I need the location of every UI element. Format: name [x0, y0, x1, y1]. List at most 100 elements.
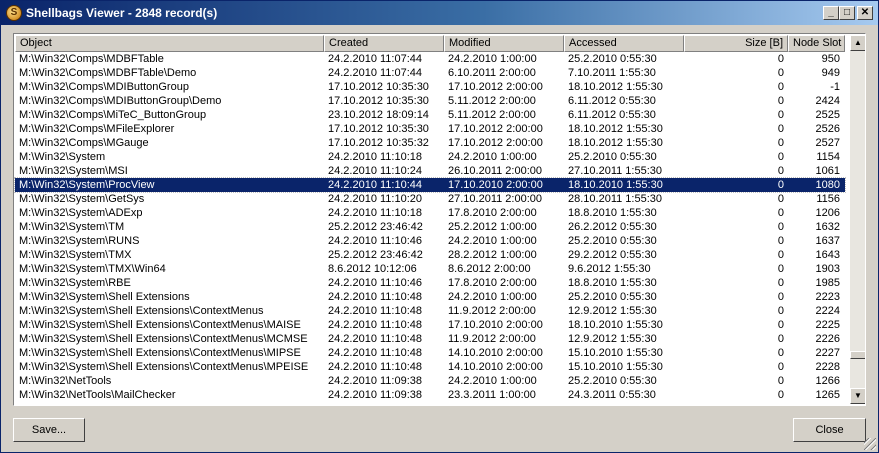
- column-object[interactable]: Object: [15, 35, 324, 52]
- cell-accessed: 12.9.2012 1:55:30: [568, 333, 657, 345]
- cell-created: 24.2.2010 11:10:48: [328, 319, 422, 331]
- cell-node-slot: 2225: [815, 319, 840, 331]
- cell-created: 24.2.2010 11:10:46: [328, 277, 422, 289]
- column-created[interactable]: Created: [324, 35, 444, 52]
- cell-accessed: 29.2.2012 0:55:30: [568, 249, 657, 261]
- table-row[interactable]: M:\Win32\System 24.2.2010 11:10:18 24.2.20…: [15, 150, 845, 164]
- cell-accessed: 15.10.2010 1:55:30: [568, 347, 663, 359]
- cell-accessed: 9.6.2012 1:55:30: [568, 263, 651, 275]
- cell-object: M:\Win32\System\TM: [19, 221, 125, 233]
- cell-modified: 24.2.2010 1:00:00: [448, 53, 537, 65]
- cell-created: 24.2.2010 11:10:48: [328, 347, 422, 359]
- cell-object: M:\Win32\System\RUNS: [19, 235, 140, 247]
- table-row[interactable]: M:\Win32\System\TMX\Win64 8.6.2012 10:12:…: [15, 262, 845, 276]
- cell-created: 25.2.2012 23:46:42: [328, 221, 423, 233]
- table-row[interactable]: M:\Win32\Comps\MDIButtonGroup\Demo 17.10.…: [15, 94, 845, 108]
- vertical-scrollbar[interactable]: ▲ ▼: [850, 35, 865, 404]
- cell-modified: 17.10.2012 2:00:00: [448, 123, 543, 135]
- cell-modified: 11.9.2012 2:00:00: [448, 305, 536, 317]
- cell-created: 24.2.2010 11:10:46: [328, 235, 422, 247]
- table-row[interactable]: M:\Win32\NetTools\MailChecker 24.2.2010 1…: [15, 388, 845, 402]
- cell-size: 0: [777, 333, 784, 345]
- table-row[interactable]: M:\Win32\System\RUNS 24.2.2010 11:10:46 24…: [15, 234, 845, 248]
- cell-object: M:\Win32\System\Shell Extensions\Context…: [19, 319, 301, 331]
- cell-accessed: 12.9.2012 1:55:30: [568, 305, 657, 317]
- column-accessed[interactable]: Accessed: [564, 35, 684, 52]
- close-window-button[interactable]: ✕: [857, 6, 873, 20]
- table-row[interactable]: M:\Win32\System\MSI 24.2.2010 11:10:24 26.…: [15, 164, 845, 178]
- cell-created: 24.2.2010 11:10:48: [328, 291, 422, 303]
- cell-modified: 24.2.2010 1:00:00: [448, 291, 537, 303]
- cell-accessed: 15.10.2010 1:55:30: [568, 361, 663, 373]
- table-row[interactable]: M:\Win32\System\RBE 24.2.2010 11:10:46 17.…: [15, 276, 845, 290]
- cell-node-slot: 2224: [815, 305, 840, 317]
- table-row[interactable]: M:\Win32\Comps\MiTeC_ButtonGroup 23.10.20…: [15, 108, 845, 122]
- shellbags-app-icon[interactable]: S: [6, 5, 22, 21]
- shellbags-list[interactable]: Object Created Modified Accessed Size [B…: [13, 33, 866, 406]
- table-row[interactable]: M:\Win32\Comps\MDBFTable 24.2.2010 11:07:…: [15, 52, 845, 66]
- table-row[interactable]: M:\Win32\System\ProcView 24.2.2010 11:10:…: [14, 177, 846, 193]
- minimize-button[interactable]: _: [823, 6, 839, 20]
- table-row[interactable]: M:\Win32\System\Shell Extensions\Context…: [15, 332, 845, 346]
- column-modified[interactable]: Modified: [444, 35, 564, 52]
- cell-object: M:\Win32\NetTools: [19, 375, 112, 387]
- maximize-icon: □: [843, 7, 851, 18]
- cell-object: M:\Win32\System\Shell Extensions\Context…: [19, 305, 264, 317]
- cell-size: 0: [777, 277, 784, 289]
- cell-node-slot: 2424: [815, 95, 840, 107]
- table-row[interactable]: M:\Win32\System\Shell Extensions\Context…: [15, 304, 845, 318]
- scroll-up-button[interactable]: ▲: [850, 35, 865, 51]
- cell-size: 0: [777, 291, 784, 303]
- cell-object: M:\Win32\Comps\MDIButtonGroup\Demo: [19, 95, 222, 107]
- cell-size: 0: [777, 235, 784, 247]
- scroll-thumb[interactable]: [850, 351, 865, 359]
- cell-created: 24.2.2010 11:10:24: [328, 165, 422, 177]
- cell-created: 25.2.2012 23:46:42: [328, 249, 423, 261]
- cell-object: M:\Win32\System\ProcView: [19, 179, 155, 191]
- table-row[interactable]: M:\Win32\System\Shell Extensions\Context…: [15, 318, 845, 332]
- cell-node-slot: 950: [821, 53, 840, 65]
- cell-node-slot: 1637: [815, 235, 840, 247]
- cell-created: 17.10.2012 10:35:32: [328, 137, 429, 149]
- scroll-down-button[interactable]: ▼: [850, 388, 865, 404]
- cell-modified: 17.8.2010 2:00:00: [448, 277, 537, 289]
- table-row[interactable]: M:\Win32\NetTools 24.2.2010 11:09:38 24.2.…: [15, 374, 845, 388]
- table-row[interactable]: M:\Win32\System\ADExp 24.2.2010 11:10:18 1…: [15, 206, 845, 220]
- resize-grip[interactable]: [864, 438, 876, 450]
- column-node-slot[interactable]: Node Slot: [788, 35, 845, 52]
- cell-modified: 25.2.2012 1:00:00: [448, 221, 537, 233]
- cell-created: 24.2.2010 11:10:48: [328, 333, 422, 345]
- column-size[interactable]: Size [B]: [684, 35, 788, 52]
- save-button[interactable]: Save...: [13, 418, 85, 442]
- cell-accessed: 18.10.2010 1:55:30: [568, 319, 663, 331]
- cell-modified: 24.2.2010 1:00:00: [448, 235, 537, 247]
- cell-size: 0: [777, 389, 784, 401]
- table-row[interactable]: M:\Win32\Comps\MDBFTable\Demo 24.2.2010 1…: [15, 66, 845, 80]
- cell-object: M:\Win32\System\Shell Extensions\Context…: [19, 347, 301, 359]
- maximize-button[interactable]: □: [839, 6, 855, 20]
- cell-accessed: 25.2.2010 0:55:30: [568, 375, 657, 387]
- cell-object: M:\Win32\System\TMX: [19, 249, 132, 261]
- table-row[interactable]: M:\Win32\Comps\MGauge 17.10.2012 10:35:32…: [15, 136, 845, 150]
- minimize-icon: _: [828, 7, 834, 18]
- table-row[interactable]: M:\Win32\System\TMX 25.2.2012 23:46:42 28.…: [15, 248, 845, 262]
- table-row[interactable]: M:\Win32\System\TM 25.2.2012 23:46:42 25.2…: [15, 220, 845, 234]
- table-row[interactable]: M:\Win32\System\Shell Extensions\Context…: [15, 346, 845, 360]
- cell-created: 24.2.2010 11:10:18: [328, 151, 422, 163]
- close-button[interactable]: Close: [793, 418, 866, 442]
- title-bar[interactable]: S Shellbags Viewer - 2848 record(s) _ □ …: [1, 1, 878, 25]
- cell-created: 24.2.2010 11:10:44: [328, 179, 422, 191]
- cell-node-slot: 1632: [815, 221, 840, 233]
- cell-node-slot: 1061: [815, 165, 840, 177]
- cell-node-slot: 2525: [815, 109, 840, 121]
- table-row[interactable]: M:\Win32\Comps\MFileExplorer 17.10.2012 1…: [15, 122, 845, 136]
- cell-size: 0: [777, 165, 784, 177]
- table-row[interactable]: M:\Win32\Comps\MDIButtonGroup 17.10.2012 …: [15, 80, 845, 94]
- cell-object: M:\Win32\System\Shell Extensions\Context…: [19, 361, 309, 373]
- table-row[interactable]: M:\Win32\System\Shell Extensions 24.2.201…: [15, 290, 845, 304]
- table-row[interactable]: M:\Win32\System\GetSys 24.2.2010 11:10:20…: [15, 192, 845, 206]
- cell-size: 0: [777, 263, 784, 275]
- table-row[interactable]: M:\Win32\System\Shell Extensions\Context…: [15, 360, 845, 374]
- cell-object: M:\Win32\System: [19, 151, 106, 163]
- cell-size: 0: [777, 137, 784, 149]
